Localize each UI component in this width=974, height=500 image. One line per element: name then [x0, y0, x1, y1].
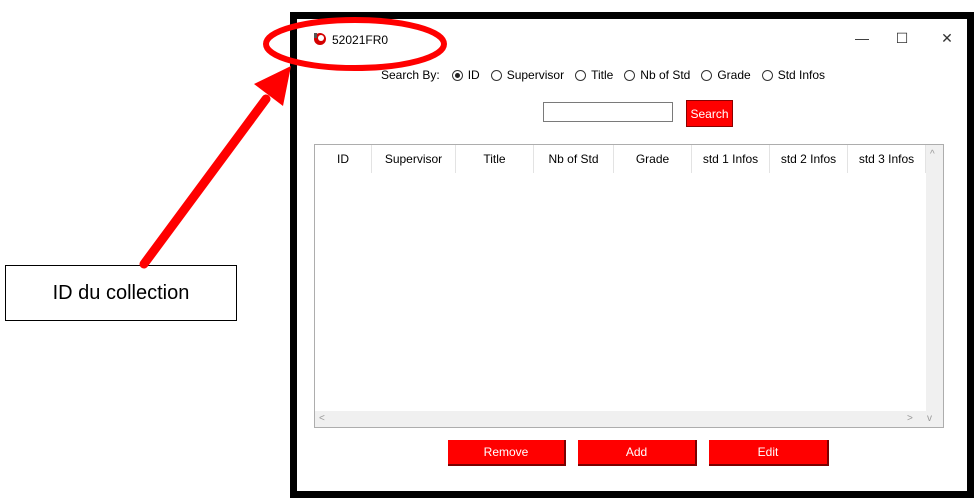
scroll-left-icon[interactable]: <: [319, 413, 325, 424]
radio-supervisor[interactable]: Supervisor: [490, 68, 565, 82]
scroll-right-icon[interactable]: >: [907, 413, 913, 424]
horizontal-scrollbar[interactable]: < > v: [315, 411, 943, 427]
column-header-grade[interactable]: Grade: [614, 145, 692, 173]
radio-grade[interactable]: Grade: [701, 68, 751, 82]
radio-button[interactable]: [701, 69, 713, 81]
edit-button[interactable]: Edit: [709, 440, 829, 466]
radio-label: Supervisor: [506, 68, 565, 82]
radio-label: Title: [591, 68, 614, 82]
column-header-std1-infos[interactable]: std 1 Infos: [692, 145, 770, 173]
window-title: 52021FR0: [332, 33, 389, 47]
radio-button[interactable]: [490, 69, 502, 81]
column-header-title[interactable]: Title: [456, 145, 534, 173]
radio-std-infos[interactable]: Std Infos: [761, 68, 826, 82]
app-logo-icon: [314, 33, 326, 45]
radio-button[interactable]: [451, 69, 463, 81]
radio-button[interactable]: [624, 69, 636, 81]
scroll-down-icon[interactable]: v: [927, 413, 932, 424]
radio-nb-of-std[interactable]: Nb of Std: [624, 68, 690, 82]
scroll-up-icon[interactable]: ^: [930, 149, 935, 160]
annotation-arrowhead-icon: [254, 66, 291, 106]
app-window: 52021FR0 — ☐ ✕ Search By: ID Supervisor …: [297, 19, 967, 491]
remove-button[interactable]: Remove: [448, 440, 566, 466]
radio-title[interactable]: Title: [575, 68, 613, 82]
title-bar: 52021FR0 — ☐ ✕: [297, 19, 967, 49]
radio-button[interactable]: [575, 69, 587, 81]
column-header-std2-infos[interactable]: std 2 Infos: [770, 145, 848, 173]
search-input[interactable]: [543, 102, 673, 122]
radio-id[interactable]: ID: [451, 68, 480, 82]
column-header-nb-of-std[interactable]: Nb of Std: [534, 145, 614, 173]
column-header-id[interactable]: ID: [315, 145, 372, 173]
annotation-callout: ID du collection: [5, 265, 237, 321]
radio-label: Std Infos: [777, 68, 826, 82]
minimize-icon[interactable]: —: [850, 29, 874, 47]
radio-label: Nb of Std: [640, 68, 691, 82]
close-icon[interactable]: ✕: [935, 29, 959, 47]
annotation-arrow-shaft: [139, 94, 271, 269]
search-by-row: Search By: ID Supervisor Title Nb of Std…: [381, 66, 836, 84]
search-button[interactable]: Search: [686, 100, 733, 127]
table-header: ID Supervisor Title Nb of Std Grade std …: [315, 145, 926, 173]
column-header-supervisor[interactable]: Supervisor: [372, 145, 456, 173]
column-header-std3-infos[interactable]: std 3 Infos: [848, 145, 926, 173]
radio-label: Grade: [717, 68, 751, 82]
search-by-label: Search By:: [381, 68, 440, 82]
results-table[interactable]: ID Supervisor Title Nb of Std Grade std …: [314, 144, 944, 428]
maximize-icon[interactable]: ☐: [890, 29, 914, 47]
radio-button[interactable]: [761, 69, 773, 81]
radio-label: ID: [467, 68, 480, 82]
add-button[interactable]: Add: [578, 440, 697, 466]
vertical-scrollbar[interactable]: ^: [926, 145, 943, 411]
